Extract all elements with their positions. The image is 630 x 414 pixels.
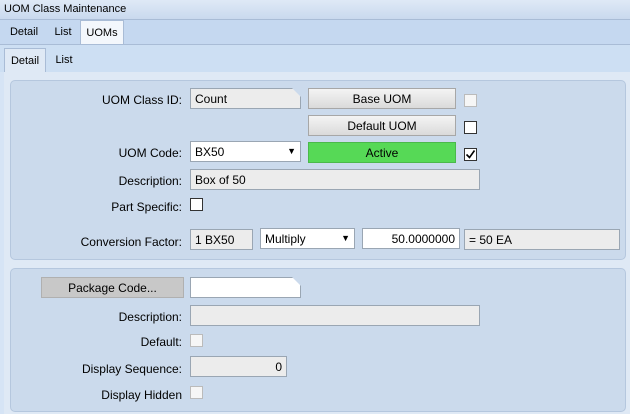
tab-uoms[interactable]: UOMs xyxy=(80,20,124,44)
conversion-operator-value: Multiply xyxy=(265,232,306,246)
default-uom-button[interactable]: Default UOM xyxy=(308,115,456,136)
display-hidden-label: Display Hidden xyxy=(101,388,182,402)
package-description-field[interactable] xyxy=(190,305,480,326)
base-uom-button[interactable]: Base UOM xyxy=(308,88,456,109)
uom-code-select[interactable]: BX50 ▼ xyxy=(190,141,301,162)
default-uom-checkbox[interactable] xyxy=(464,121,477,134)
package-code-button[interactable]: Package Code... xyxy=(41,277,184,298)
display-sequence-field[interactable]: 0 xyxy=(190,356,287,377)
description-field[interactable]: Box of 50 xyxy=(190,169,480,190)
package-default-label: Default: xyxy=(140,335,182,349)
package-code-field[interactable] xyxy=(190,277,301,298)
conversion-from-field: 1 BX50 xyxy=(190,229,253,250)
description-label: Description: xyxy=(118,174,182,188)
chevron-down-icon: ▼ xyxy=(287,146,296,156)
package-default-checkbox[interactable] xyxy=(190,334,203,347)
chevron-down-icon: ▼ xyxy=(341,233,350,243)
sub-tab-bar: Detail List xyxy=(0,45,630,72)
base-uom-checkbox[interactable] xyxy=(464,94,477,107)
uom-class-id-label: UOM Class ID: xyxy=(101,93,182,107)
part-specific-label: Part Specific: xyxy=(111,200,182,214)
subtab-detail[interactable]: Detail xyxy=(4,48,46,72)
uom-class-id-field[interactable]: Count xyxy=(190,88,301,109)
tab-detail[interactable]: Detail xyxy=(4,20,44,44)
uom-code-value: BX50 xyxy=(195,145,225,159)
package-description-label: Description: xyxy=(118,310,182,324)
tab-list[interactable]: List xyxy=(48,20,78,44)
top-tab-bar: Detail List UOMs xyxy=(0,20,630,45)
display-hidden-checkbox[interactable] xyxy=(190,386,203,399)
subtab-list[interactable]: List xyxy=(50,48,78,72)
part-specific-checkbox[interactable] xyxy=(190,198,203,211)
window-title: UOM Class Maintenance xyxy=(0,0,630,20)
conversion-value-field[interactable]: 50.0000000 xyxy=(362,228,460,249)
display-sequence-label: Display Sequence: xyxy=(81,362,182,376)
conversion-result-field: = 50 EA xyxy=(464,229,620,250)
conversion-operator-select[interactable]: Multiply ▼ xyxy=(260,228,355,249)
conversion-factor-label: Conversion Factor: xyxy=(80,235,182,249)
uom-code-label: UOM Code: xyxy=(118,146,182,160)
active-status-button[interactable]: Active xyxy=(308,142,456,163)
active-checkbox[interactable] xyxy=(464,148,477,161)
checkmark-icon xyxy=(465,150,476,159)
